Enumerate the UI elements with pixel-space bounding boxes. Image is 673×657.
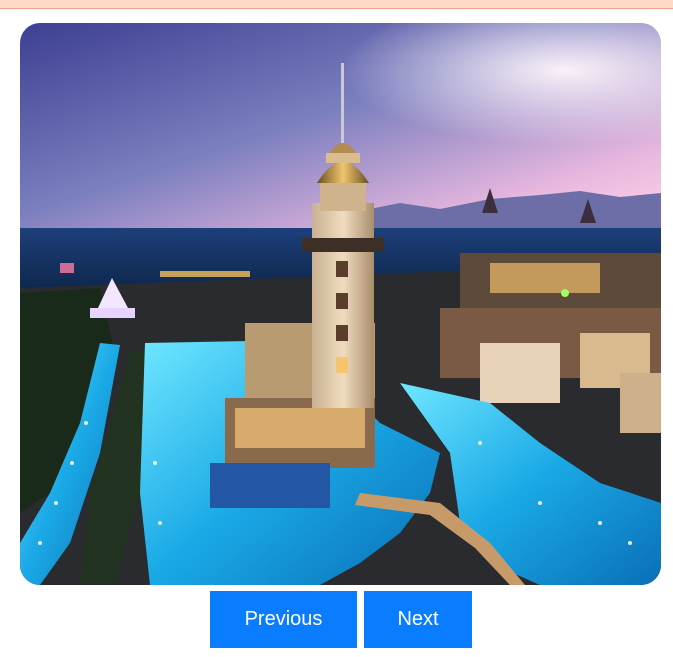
top-banner-strip	[0, 0, 673, 9]
carousel-image	[20, 23, 661, 585]
previous-button[interactable]: Previous	[210, 591, 357, 648]
carousel-controls: Previous Next	[210, 591, 472, 648]
next-button[interactable]: Next	[364, 591, 472, 648]
